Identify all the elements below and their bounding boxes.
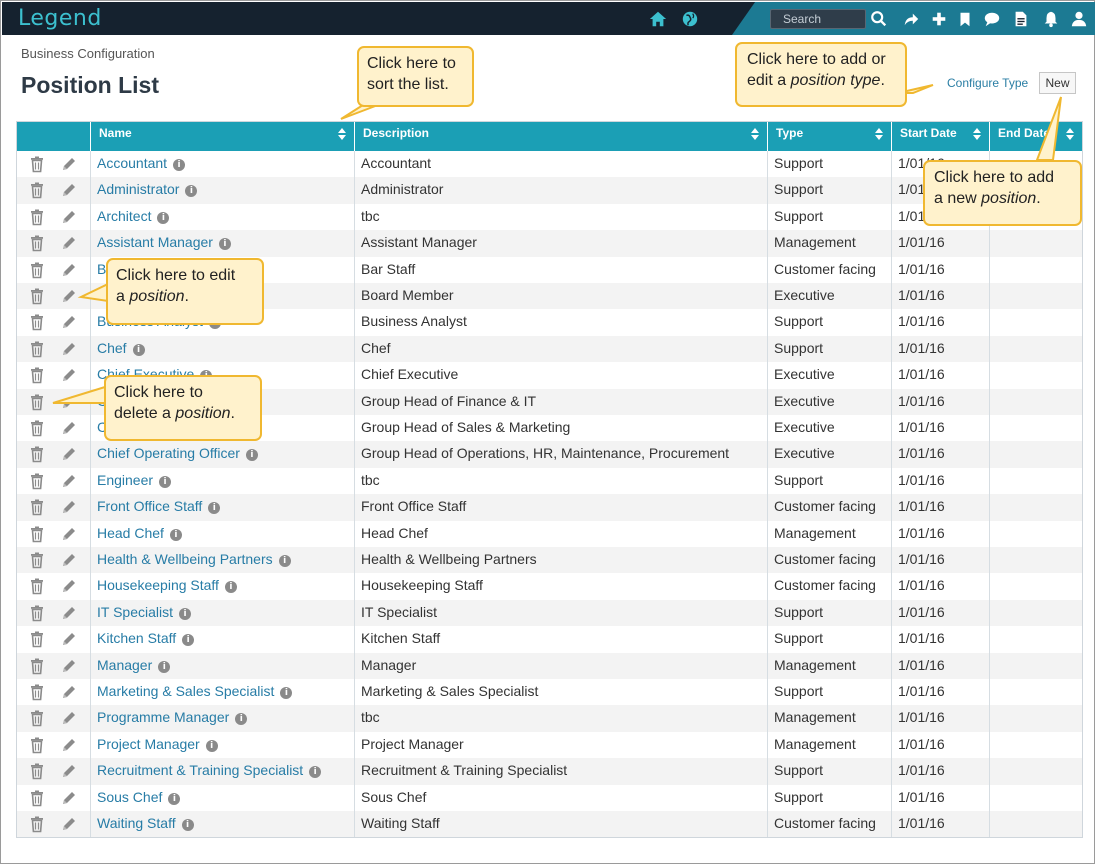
callout-text: a new (934, 190, 982, 207)
callout-line: sort the list. (367, 76, 449, 93)
callout-emphasis: position (175, 405, 231, 422)
callout-text: delete a (114, 405, 176, 422)
callout-line: a new position. (934, 188, 1080, 209)
callout-line: Click here to add (934, 169, 1055, 186)
callout-text: a (116, 288, 130, 305)
callout-text: . (230, 405, 235, 422)
callout-text: . (880, 72, 885, 89)
callout-edit-position: Click here to edit a position. (106, 258, 264, 325)
callout-emphasis: position (129, 288, 185, 305)
callout-emphasis: position (981, 190, 1037, 207)
callout-line: a position. (116, 286, 262, 307)
callout-line: Click here to (367, 55, 456, 72)
callout-new-position: Click here to add a new position. (923, 160, 1082, 226)
callout-line: Click here to edit (116, 267, 236, 284)
app-window: Legend Search Business Configuration Pos… (0, 0, 1095, 864)
callout-text: . (1036, 190, 1041, 207)
callout-line: Click here to add or (747, 51, 886, 68)
callout-line: delete a position. (114, 403, 260, 424)
callout-text: edit a (747, 72, 791, 89)
callout-delete-position: Click here to delete a position. (104, 375, 262, 441)
callout-line: edit a position type. (747, 70, 905, 91)
callout-sort: Click here to sort the list. (357, 46, 474, 107)
callout-emphasis: position type (790, 72, 881, 89)
callout-text: . (184, 288, 189, 305)
callout-position-type: Click here to add or edit a position typ… (735, 42, 907, 107)
callout-line: Click here to (114, 384, 203, 401)
